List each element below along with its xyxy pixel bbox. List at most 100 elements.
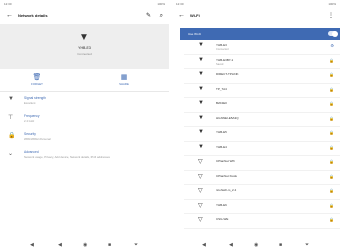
network-name: YHB-E6	[216, 202, 227, 207]
lock-icon: 🔒	[329, 130, 334, 135]
lock-icon: 🔒	[329, 202, 334, 208]
app-bar: ← Wi-Fi ⋮	[172, 8, 340, 24]
volume-icon[interactable]: ◀	[202, 239, 206, 251]
wifi-icon: ▼	[198, 143, 204, 150]
share-button[interactable]: ▦ SHARE	[104, 73, 144, 87]
back-icon[interactable]: ◀	[229, 239, 233, 251]
network-details-screen: 12:30 100% ← Network details ✎ ⌕ ▼ YHB-E…	[0, 0, 169, 251]
status-time: 12:30	[4, 2, 12, 6]
navigation-bar: ◀ ◀ ◉ ■ ⏷	[0, 239, 169, 251]
list-item[interactable]: ▼ YHB-E3B7-1 Saved 🔒	[172, 55, 340, 70]
chevron-down-icon: ⌄	[8, 151, 14, 157]
recents-icon[interactable]: ■	[279, 239, 282, 251]
wifi-toggle-knob	[332, 30, 338, 37]
info-title: Signal strength	[24, 96, 46, 100]
lock-icon: 🔒	[8, 133, 16, 139]
status-bar: 12:30 100%	[172, 0, 340, 8]
page-title: Wi-Fi	[190, 13, 200, 18]
info-title: Advanced	[24, 150, 39, 154]
lock-icon: 🔒	[329, 115, 334, 121]
info-value: 2.4 GHz	[24, 119, 35, 123]
frequency-icon: ⊤	[8, 115, 14, 121]
list-item[interactable]: ▼ B2F2E0 🔒	[172, 98, 340, 113]
use-wifi-toggle-row[interactable]: Use Wi-Fi	[180, 28, 340, 40]
lock-icon: 🔒	[329, 144, 334, 150]
lock-icon: 🔒	[329, 101, 334, 106]
search-icon[interactable]: ⌕	[160, 8, 163, 24]
forget-label: FORGET	[31, 82, 43, 86]
network-name: ricohwifi-m_2.4	[216, 188, 237, 192]
edit-icon[interactable]: ✎	[146, 8, 151, 24]
list-item[interactable]: ▽ CPlanNet Wifi 🔒	[172, 156, 340, 171]
list-item[interactable]: ▼ YHB-E4 🔒	[172, 142, 340, 157]
network-name: YHB-E4	[216, 144, 227, 149]
network-name: B2F2E0	[216, 101, 227, 105]
back-arrow-icon[interactable]: ←	[178, 8, 185, 24]
battery-status: 100%	[157, 2, 165, 6]
list-item[interactable]: ▼ DIRECT-TPLINK 🔒	[172, 69, 340, 84]
network-name: YHB-E3	[216, 43, 227, 47]
lock-icon: 🔒	[329, 173, 334, 179]
back-arrow-icon[interactable]: ←	[6, 8, 13, 24]
wifi-icon: ▽	[198, 159, 203, 165]
more-icon[interactable]: ⋮	[328, 8, 334, 24]
network-name: HUAWEI-E5A3Q	[216, 115, 239, 120]
list-item[interactable]: ▼ HUAWEI-E5A3Q 🔒	[172, 113, 340, 128]
lock-icon: 🔒	[329, 188, 334, 193]
lock-icon: 🔒	[329, 217, 334, 222]
wifi-icon: ▽	[198, 173, 203, 180]
status-time: 12:30	[176, 2, 184, 6]
use-wifi-label: Use Wi-Fi	[188, 32, 202, 36]
info-value: Excellent	[24, 101, 36, 105]
info-title: Frequency	[24, 114, 40, 118]
network-name: DIRECT-TPLINK	[216, 72, 239, 76]
wifi-icon: ▼	[198, 129, 204, 135]
battery-status: 100%	[328, 2, 336, 6]
qr-code-icon: ▦	[120, 74, 128, 81]
page-title: Network details	[18, 13, 48, 18]
wifi-icon: ▼	[79, 32, 89, 43]
volume-up-icon[interactable]: ⏷	[305, 239, 309, 251]
signal-strength-item: ▼ Signal strength Excellent	[0, 93, 169, 111]
list-item[interactable]: ▼ TP_7A4 🔒	[172, 84, 340, 99]
network-name: CPlanNet Kiosk	[216, 173, 238, 178]
lock-icon: 🔒	[329, 86, 334, 92]
settings-icon[interactable]: ⚙	[330, 43, 334, 48]
network-name: YHB-E3B7-1	[216, 57, 234, 62]
wifi-list-screen: 12:30 100% ← Wi-Fi ⋮ Use Wi-Fi ▼ YHB-E3 …	[172, 0, 340, 251]
share-label: SHARE	[119, 82, 129, 86]
lock-icon: 🔒	[329, 57, 334, 63]
list-item[interactable]: ▽ YHB-E6 🔒	[172, 200, 340, 215]
wifi-icon: ▼	[198, 42, 204, 48]
list-item[interactable]: ▼ YHB-E5 🔒	[172, 127, 340, 142]
volume-up-icon[interactable]: ⏷	[134, 239, 138, 251]
list-item[interactable]: ▼ YHB-E3 Connected ⚙	[172, 40, 340, 55]
wifi-icon: ▽	[198, 202, 203, 209]
network-name: YHB-E5	[216, 130, 227, 134]
status-bar: 12:30 100%	[0, 0, 169, 8]
info-value: WPA/WPA2-Personal	[24, 137, 51, 141]
network-name: TP_7A4	[216, 86, 227, 91]
list-item[interactable]: ▽ CPlanNet Kiosk 🔒	[172, 171, 340, 186]
forget-button[interactable]: 🗑 FORGET	[17, 73, 57, 87]
info-title: Security	[24, 132, 36, 136]
back-icon[interactable]: ◀	[58, 239, 62, 251]
volume-icon[interactable]: ◀	[30, 239, 34, 251]
wifi-icon: ▼	[8, 96, 14, 102]
network-list: ▼ YHB-E3 Connected ⚙ ▼ YHB-E3B7-1 Saved …	[172, 40, 340, 229]
home-icon[interactable]: ◉	[254, 239, 258, 251]
wifi-icon: ▼	[198, 85, 204, 92]
trash-icon: 🗑	[32, 74, 42, 81]
network-status: Connected	[216, 48, 229, 51]
app-bar: ← Network details ✎ ⌕	[0, 8, 169, 24]
wifi-icon: ▼	[198, 114, 204, 121]
network-status: Connected	[77, 52, 92, 56]
recents-icon[interactable]: ■	[108, 239, 111, 251]
list-item[interactable]: ▽ ricohwifi-m_2.4 🔒	[172, 185, 340, 200]
home-icon[interactable]: ◉	[83, 239, 87, 251]
action-bar: 🗑 FORGET ▦ SHARE	[0, 69, 169, 92]
list-item[interactable]: ▽ CSG-WE 🔒	[172, 214, 340, 229]
advanced-item[interactable]: ⌄ Advanced Network usage, Privacy, Add d…	[0, 147, 169, 165]
frequency-item: ⊤ Frequency 2.4 GHz	[0, 111, 169, 129]
network-status: Saved	[216, 62, 224, 66]
